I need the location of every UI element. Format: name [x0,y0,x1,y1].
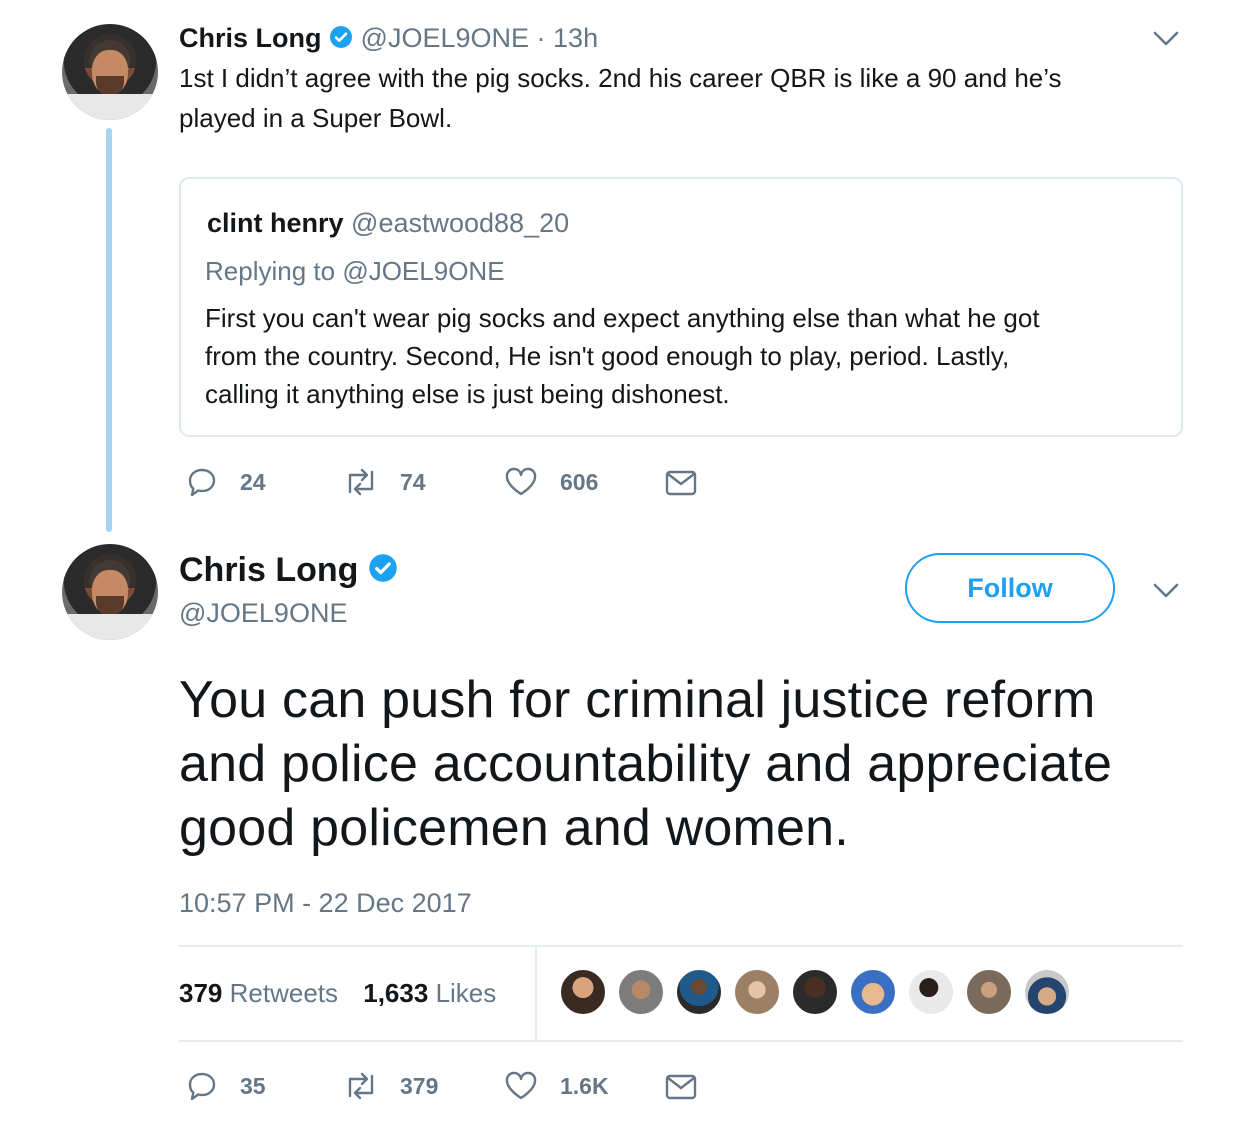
liker-avatar[interactable] [732,967,782,1017]
retweet-action[interactable]: 74 [342,466,426,498]
reply-icon [186,1070,218,1102]
reply-tweet-text: 1st I didn’t agree with the pig socks. 2… [179,58,1062,138]
like-count: 606 [560,468,599,495]
liker-avatar[interactable] [674,967,724,1017]
likes-stat-label: Likes [435,978,497,1008]
author-name[interactable]: Chris Long [179,23,322,53]
chevron-down-icon[interactable] [1152,28,1180,53]
liker-avatar[interactable] [616,967,666,1017]
retweets-stat[interactable]: 379 Retweets [179,978,338,1008]
quoted-tweet-text: First you can't wear pig socks and expec… [205,299,1040,413]
like-action[interactable]: 1.6K [504,1070,609,1102]
separator-dot: · [536,23,546,53]
reply-icon [186,466,218,498]
main-tweet-author: Chris Long [179,548,398,594]
quoted-tweet-card[interactable]: clint henry @eastwood88_20 Replying to @… [179,177,1183,437]
direct-message-action[interactable] [664,468,698,498]
retweet-count: 379 [400,1072,439,1099]
liker-avatar[interactable] [848,967,898,1017]
replying-to: Replying to @JOEL9ONE [205,253,505,289]
tweet-text-line: You can push for criminal justice reform [179,671,1096,729]
retweet-icon [342,1070,380,1102]
chevron-down-icon[interactable] [1152,580,1180,605]
avatar-chris-long[interactable] [62,544,158,640]
avatar-chris-long[interactable] [62,24,158,120]
reply-count: 35 [240,1072,266,1099]
verified-badge-icon [368,550,398,594]
retweet-action[interactable]: 379 [342,1070,438,1102]
reply-action[interactable]: 24 [186,466,266,498]
liker-avatar[interactable] [964,967,1014,1017]
retweet-icon [342,466,380,498]
author-handle[interactable]: @JOEL9ONE [361,23,529,53]
quoted-author-handle: @eastwood88_20 [351,208,570,238]
divider [179,945,1183,947]
liker-avatar[interactable] [906,967,956,1017]
likes-stat[interactable]: 1,633 Likes [363,978,496,1008]
reply-count: 24 [240,468,266,495]
follow-button[interactable]: Follow [905,553,1115,623]
liker-avatar[interactable] [790,967,840,1017]
quoted-text-line: First you can't wear pig socks and expec… [205,303,1040,333]
divider [179,1040,1183,1042]
quoted-text-line: calling it anything else is just being d… [205,379,730,409]
retweets-stat-count: 379 [179,978,223,1008]
tweet-text-line: 1st I didn’t agree with the pig socks. 2… [179,63,1062,93]
tweet-time[interactable]: 13h [553,23,598,53]
like-icon [504,466,538,498]
quoted-text-line: from the country. Second, He isn't good … [205,341,1010,371]
main-tweet-text: You can push for criminal justice reform… [179,668,1112,860]
vertical-divider [535,946,537,1040]
retweet-count: 74 [400,468,426,495]
author-name[interactable]: Chris Long [179,551,358,589]
quoted-author-name: clint henry [207,208,344,238]
reply-action[interactable]: 35 [186,1070,266,1102]
like-count: 1.6K [560,1072,609,1099]
direct-message-action[interactable] [664,1072,698,1102]
likes-stat-count: 1,633 [363,978,429,1008]
retweets-stat-label: Retweets [229,978,339,1008]
like-icon [504,1070,538,1102]
verified-badge-icon [329,22,353,58]
tweet-text-line: played in a Super Bowl. [179,103,453,133]
author-handle[interactable]: @JOEL9ONE [179,596,347,630]
direct-message-icon [664,468,698,498]
tweet-timestamp[interactable]: 10:57 PM - 22 Dec 2017 [179,886,472,920]
thread-line [106,128,112,532]
liker-avatar[interactable] [558,967,608,1017]
direct-message-icon [664,1072,698,1102]
quoted-tweet-header: clint henry @eastwood88_20 [207,205,569,241]
liker-avatar[interactable] [1022,967,1072,1017]
replying-to-label: Replying to [205,256,343,286]
reply-tweet-header: Chris Long @JOEL9ONE · 13h [179,20,598,58]
tweet-text-line: good policemen and women. [179,799,849,857]
like-action[interactable]: 606 [504,466,598,498]
tweet-stats: 379 Retweets 1,633 Likes [179,976,496,1010]
tweet-text-line: and police accountability and appreciate [179,735,1113,793]
replying-to-handle: @JOEL9ONE [342,256,505,286]
